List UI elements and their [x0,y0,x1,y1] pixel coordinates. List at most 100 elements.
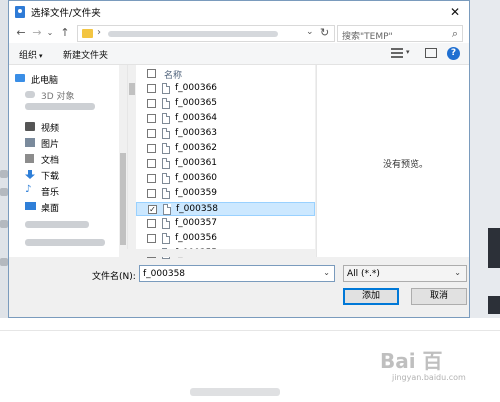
navigation-bar: ← → ⌄ ↑ › ⌄ ↻ 搜索"TEMP" ⌕ [9,23,469,43]
folder-icon [82,29,93,38]
sidebar-item-label: 桌面 [41,204,60,214]
sidebar-item-pictures[interactable]: 图片 [9,135,121,150]
file-checkbox[interactable] [147,129,156,138]
background-blur [0,188,8,196]
file-row[interactable]: f_000362 [136,142,315,156]
search-placeholder: 搜索"TEMP" [342,32,393,42]
refresh-icon[interactable]: ↻ [320,26,329,39]
navigation-scrollbar[interactable] [119,65,127,257]
sidebar-item-label: 视频 [41,124,60,134]
address-bar[interactable]: › ⌄ ↻ [77,25,335,42]
chevron-down-icon[interactable]: ⌄ [323,268,330,277]
filename-input[interactable]: f_000358 ⌄ [139,265,335,282]
sidebar-item-desktop[interactable]: 桌面 [9,199,121,214]
file-checkbox[interactable] [147,234,156,243]
navigation-pane: 此电脑 3D 对象 视频 图片 文档 下载 ♪ 音乐 桌面 [9,65,127,257]
file-row[interactable]: ✓ f_000358 [136,202,315,216]
sidebar-blurred-item [9,217,121,232]
file-checkbox[interactable] [147,84,156,93]
back-button[interactable]: ← [15,25,27,41]
baidu-watermark: Bai 百 jingyan.baidu.com [380,345,492,397]
file-checkbox[interactable] [147,144,156,153]
file-list-left-scrollbar[interactable] [128,65,136,257]
cancel-button[interactable]: 取消 [411,288,467,305]
file-row[interactable]: f_000361 [136,157,315,171]
search-box[interactable]: 搜索"TEMP" ⌕ [337,25,463,42]
file-checkbox[interactable] [147,159,156,168]
close-button[interactable]: ✕ [441,1,469,23]
file-name: f_000360 [175,173,218,183]
sidebar-item-videos[interactable]: 视频 [9,119,121,134]
view-caret-icon[interactable]: ▾ [406,48,410,56]
background-blur [0,220,8,228]
new-folder-button[interactable]: 新建文件夹 [63,48,108,61]
view-options-icon[interactable] [391,48,403,58]
chevron-down-icon: ⌄ [454,268,461,277]
file-row[interactable]: f_000359 [136,187,315,201]
file-list: 名称 f_000366 f_000365 f_000364 f_000363 f_000… [127,65,316,259]
file-name: f_000358 [176,204,219,214]
video-icon [25,122,35,131]
scrollbar-thumb[interactable] [120,153,126,245]
download-icon [25,170,35,179]
file-row[interactable]: f_000357 [136,217,315,231]
forward-button[interactable]: → [31,25,43,41]
file-checkbox[interactable] [147,189,156,198]
background-block [488,228,500,268]
background-block [488,296,500,314]
file-list-header: 名称 [136,65,316,81]
file-row[interactable]: f_000360 [136,172,315,186]
background-blur [0,258,8,266]
file-name: f_000364 [175,113,218,123]
organize-menu[interactable]: 组织 ▾ [19,48,43,61]
select-all-checkbox[interactable] [147,69,156,78]
help-icon[interactable]: ? [447,47,460,60]
file-row[interactable]: f_000365 [136,97,315,111]
file-checkbox[interactable] [147,174,156,183]
search-icon[interactable]: ⌕ [452,27,458,41]
file-checkbox[interactable] [147,219,156,228]
up-button[interactable]: ↑ [59,25,71,41]
file-name: f_000361 [175,158,218,168]
sidebar-item-downloads[interactable]: 下载 [9,167,121,182]
toolbar: 组织 ▾ 新建文件夹 ▾ ? [9,43,469,65]
watermark-url: jingyan.baidu.com [392,373,466,382]
file-checkbox[interactable]: ✓ [148,205,157,214]
file-name: f_000362 [175,143,218,153]
file-type-filter[interactable]: All (*.*) ⌄ [343,265,467,282]
cube-icon [25,91,35,98]
music-icon: ♪ [25,184,32,195]
file-checkbox[interactable] [147,99,156,108]
address-dropdown-icon[interactable]: ⌄ [306,27,314,37]
no-preview-message: 没有预览。 [383,160,429,170]
recent-locations-button[interactable]: ⌄ [46,25,54,41]
organize-label: 组织 [19,51,38,61]
file-row[interactable]: f_000366 [136,82,315,96]
horizontal-scrollbar[interactable] [119,249,316,257]
file-name: f_000365 [175,98,218,108]
sidebar-item-music[interactable]: ♪ 音乐 [9,183,121,198]
sidebar-item-label: 音乐 [41,188,60,198]
filename-value: f_000358 [143,269,186,279]
file-icon [162,188,170,199]
file-icon [162,218,170,229]
preview-pane-icon[interactable] [425,48,437,58]
file-checkbox[interactable] [147,114,156,123]
desktop-icon [25,202,36,210]
sidebar-item-label: 图片 [41,140,60,150]
sidebar-item-this-pc[interactable]: 此电脑 [9,71,121,86]
picture-icon [25,138,35,147]
scrollbar-thumb[interactable] [129,83,135,95]
title-bar[interactable]: 选择文件/文件夹 ✕ [9,1,469,23]
file-row[interactable]: f_000356 [136,232,315,246]
add-button[interactable]: 添加 [343,288,399,305]
sidebar-blurred-item [9,99,121,114]
filter-value: All (*.*) [347,269,380,279]
file-row[interactable]: f_000364 [136,112,315,126]
sidebar-item-documents[interactable]: 文档 [9,151,121,166]
column-header-name[interactable]: 名称 [164,68,182,81]
blurred-label [25,239,105,246]
file-row[interactable]: f_000363 [136,127,315,141]
file-name: f_000357 [175,218,218,228]
filename-label: 文件名(N): [92,272,136,282]
